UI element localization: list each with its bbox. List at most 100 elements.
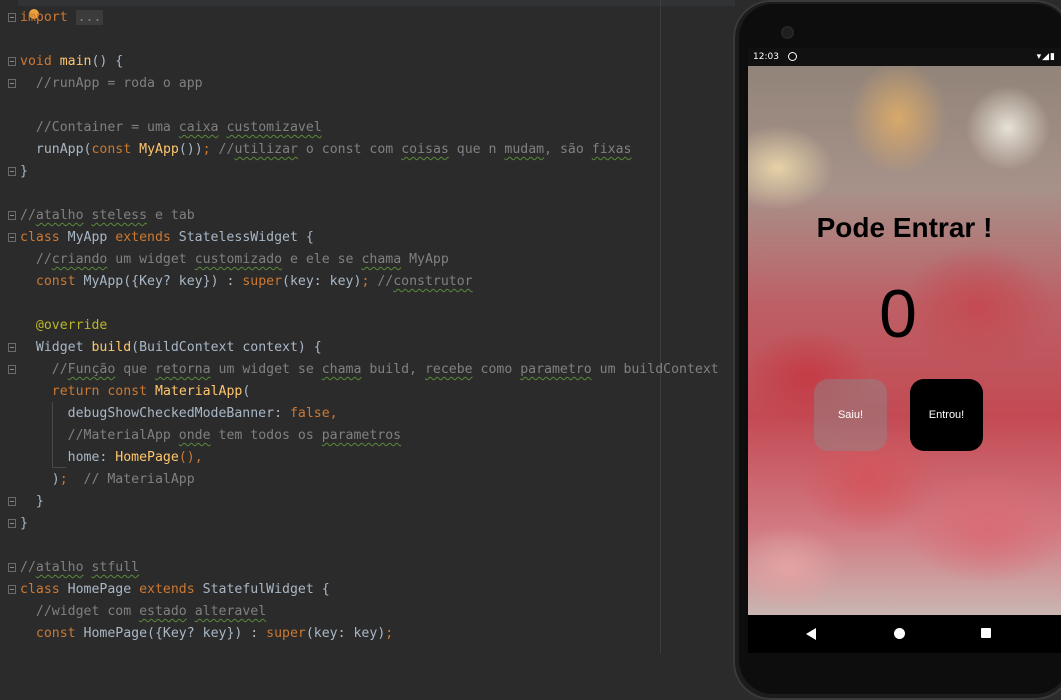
code-token: return (51, 384, 100, 399)
code-token: tem todos os (210, 428, 322, 443)
code-token: //Container = uma (20, 120, 179, 135)
indent-guide (52, 467, 66, 468)
code-text: } (20, 161, 28, 183)
code-text: ); // MaterialApp (20, 469, 195, 491)
code-token: onde (178, 428, 211, 443)
fold-marker-icon[interactable] (8, 167, 16, 176)
code-token: estado (139, 604, 187, 619)
fold-marker-icon[interactable] (8, 519, 16, 528)
fold-marker-icon[interactable] (8, 497, 16, 506)
code-token: build (91, 340, 132, 355)
counter-value: 0 (879, 276, 917, 352)
code-token: um widget (107, 252, 195, 267)
code-token: home: (20, 450, 116, 465)
code-text: } (20, 491, 44, 513)
code-text: runApp(const MyApp()); //utilizar o cons… (20, 139, 632, 161)
fold-marker-icon[interactable] (8, 585, 16, 594)
code-token: } (20, 164, 28, 179)
code-token: chama (361, 252, 402, 267)
code-token: // (20, 252, 52, 267)
code-token: const (35, 274, 76, 289)
code-text: const MyApp({Key? key}) : super(key: key… (20, 271, 473, 293)
code-token: const (35, 626, 76, 641)
code-token: um buildContext (591, 362, 719, 377)
fold-marker-icon[interactable] (8, 13, 16, 22)
code-token: que (115, 362, 155, 377)
code-token: //runApp = roda o app (20, 76, 203, 91)
code-token: , são (544, 142, 592, 157)
code-text: //atalho steless e tab (20, 205, 195, 227)
code-token: criando (51, 252, 108, 267)
code-token: //widget com (20, 604, 140, 619)
code-token: (), (178, 450, 203, 465)
code-token: como (472, 362, 521, 377)
code-token: fixas (591, 142, 632, 157)
code-token: ) (20, 472, 60, 487)
code-token: atalho (35, 560, 84, 575)
camera-icon (783, 28, 792, 37)
code-token: super (242, 274, 283, 289)
status-bar: 12:03 ▾◢▮ (748, 48, 1061, 66)
code-token: ... (75, 10, 104, 25)
code-token: MaterialApp (155, 384, 243, 399)
code-token: utilizar (234, 142, 298, 157)
code-token: (key: key) (282, 274, 362, 289)
editor-gutter[interactable] (0, 0, 18, 653)
fold-marker-icon[interactable] (8, 563, 16, 572)
code-token: } (20, 494, 44, 509)
code-text: } (20, 513, 28, 535)
code-text: Widget build(BuildContext context) { (20, 337, 322, 359)
code-text: home: HomePage(), (20, 447, 203, 469)
entrou-button[interactable]: Entrou! (910, 379, 983, 451)
code-text: void main() { (20, 51, 123, 73)
status-time: 12:03 (753, 52, 779, 62)
saiu-button[interactable]: Saiu! (814, 379, 887, 451)
code-token: MyApp (139, 142, 179, 157)
code-token: (key: key) (305, 626, 386, 641)
code-text: class HomePage extends StatefulWidget { (20, 579, 330, 601)
code-token: const (107, 384, 148, 399)
code-text: //runApp = roda o app (20, 73, 203, 95)
code-token: @override (35, 318, 108, 333)
code-token: ()) (178, 142, 203, 157)
back-icon[interactable] (806, 628, 816, 640)
fold-marker-icon[interactable] (8, 79, 16, 88)
code-token: o const com (297, 142, 402, 157)
app-screen: 12:03 ▾◢▮ Pode Entrar ! 0 Saiu! Entrou! (748, 48, 1061, 615)
fold-marker-icon[interactable] (8, 57, 16, 66)
code-token: HomePage (59, 582, 140, 597)
fold-marker-icon[interactable] (8, 211, 16, 220)
code-token: extends (115, 230, 171, 245)
notification-icon (788, 52, 797, 61)
code-text: //Container = uma caixa customizavel (20, 117, 322, 139)
code-token: recebe (424, 362, 473, 377)
fold-marker-icon[interactable] (8, 233, 16, 242)
code-token: e ele se (282, 252, 362, 267)
indent-guide (52, 402, 53, 468)
code-token: chama (321, 362, 362, 377)
code-token: stfull (91, 560, 140, 575)
code-editor[interactable]: import ... void main() { //runApp = roda … (0, 0, 735, 653)
code-token: // (369, 274, 394, 289)
code-token: //MaterialApp (20, 428, 179, 443)
code-token: parametros (321, 428, 402, 443)
code-token: Widget (20, 340, 92, 355)
home-icon[interactable] (894, 628, 905, 639)
code-text: //Função que retorna um widget se chama … (20, 359, 719, 381)
fold-marker-icon[interactable] (8, 365, 16, 374)
code-token: build, (361, 362, 425, 377)
code-token: parametro (520, 362, 592, 377)
code-token: void (20, 54, 52, 69)
fold-marker-icon[interactable] (8, 343, 16, 352)
android-nav-bar (748, 615, 1061, 653)
editor-top-edge (0, 0, 735, 6)
code-token: MyApp (59, 230, 116, 245)
code-token: // (210, 142, 235, 157)
recent-apps-icon[interactable] (981, 628, 991, 638)
code-token: () { (91, 54, 124, 69)
code-token: retorna (154, 362, 211, 377)
code-text: class MyApp extends StatelessWidget { (20, 227, 314, 249)
